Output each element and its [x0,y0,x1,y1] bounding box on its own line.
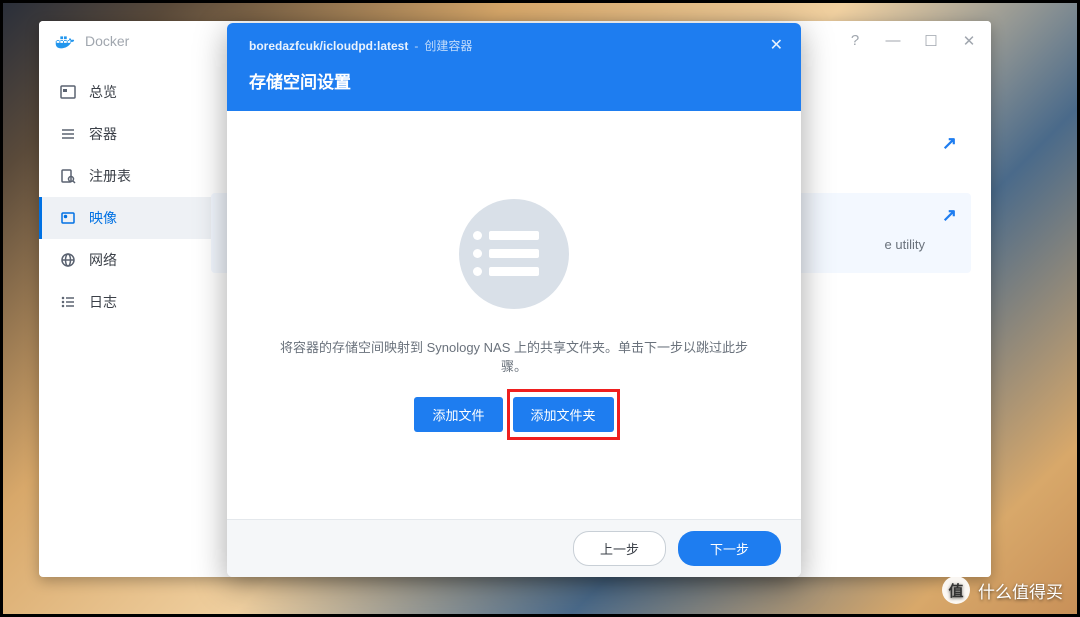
modal-body: 将容器的存储空间映射到 Synology NAS 上的共享文件夹。单击下一步以跳… [227,111,801,519]
prev-step-button[interactable]: 上一步 [573,531,666,566]
create-container-modal: boredazfcuk/icloudpd:latest - 创建容器 存储空间设… [227,23,801,577]
add-file-button[interactable]: 添加文件 [414,397,502,432]
modal-step-title: 存储空间设置 [249,68,779,93]
image-name: boredazfcuk/icloudpd:latest [249,39,408,53]
modal-close-button[interactable]: ✕ [770,35,783,55]
modal-action-buttons: 添加文件 添加文件夹 [414,397,613,432]
next-step-button[interactable]: 下一步 [678,531,781,566]
watermark-text: 什么值得买 [978,578,1063,603]
add-folder-button[interactable]: 添加文件夹 [513,397,614,432]
modal-help-text: 将容器的存储空间映射到 Synology NAS 上的共享文件夹。单击下一步以跳… [267,337,761,375]
crumb-action: 创建容器 [424,37,472,54]
empty-list-icon [459,199,569,309]
modal-footer: 上一步 下一步 [227,519,801,577]
desktop-background: Docker ? — ☐ ✕ 总览 容器 注 [0,0,1080,617]
watermark-badge-icon: 值 [942,576,970,604]
modal-overlay: boredazfcuk/icloudpd:latest - 创建容器 存储空间设… [3,3,1077,614]
modal-breadcrumb: boredazfcuk/icloudpd:latest - 创建容器 [249,37,779,54]
smzdm-watermark: 值 什么值得买 [942,576,1063,604]
modal-header: boredazfcuk/icloudpd:latest - 创建容器 存储空间设… [227,23,801,111]
crumb-sep: - [414,39,418,53]
